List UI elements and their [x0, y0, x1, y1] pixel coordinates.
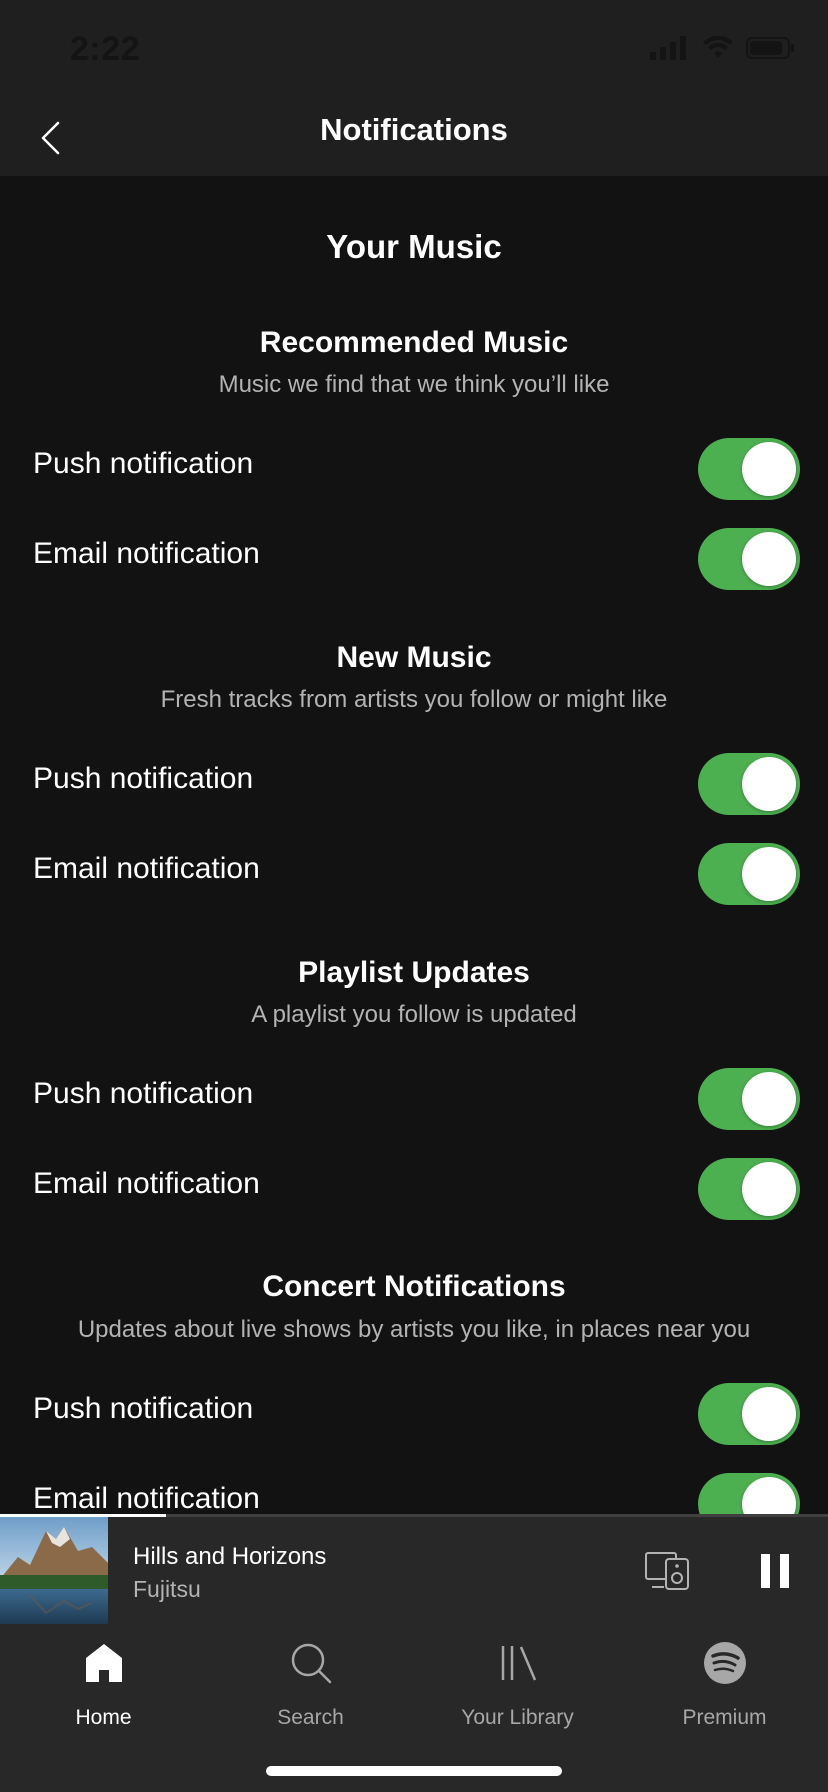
row-label: Push notification	[33, 1077, 254, 1110]
push-notification-row: Push notification	[0, 1378, 828, 1448]
battery-icon	[746, 37, 794, 59]
group-title: Concert Notifications	[262, 1270, 566, 1303]
status-icons	[650, 36, 796, 60]
group-subtitle: A playlist you follow is updated	[251, 1001, 577, 1028]
cellular-signal-icon	[650, 36, 686, 60]
status-bar: 2:22	[0, 0, 828, 100]
home-indicator[interactable]	[266, 1766, 562, 1776]
push-notification-toggle[interactable]	[698, 1068, 800, 1130]
group-subtitle: Music we find that we think you’ll like	[218, 371, 610, 398]
toggle-knob	[742, 757, 796, 811]
pause-icon	[761, 1554, 789, 1588]
tab-search[interactable]: Search	[207, 1624, 414, 1734]
status-time: 2:22	[70, 30, 141, 68]
toggle-knob	[742, 1072, 796, 1126]
tab-your-library[interactable]: Your Library	[414, 1624, 621, 1734]
push-notification-toggle[interactable]	[698, 438, 800, 500]
email-notification-toggle[interactable]	[698, 1158, 800, 1220]
album-art[interactable]	[0, 1517, 108, 1624]
toggle-knob	[742, 1162, 796, 1216]
tab-label: Premium	[682, 1706, 767, 1729]
group-title: Playlist Updates	[298, 956, 530, 989]
tab-label: Your Library	[461, 1706, 574, 1729]
tab-label: Home	[75, 1706, 132, 1729]
toggle-knob	[742, 847, 796, 901]
toggle-knob	[742, 442, 796, 496]
push-notification-toggle[interactable]	[698, 1383, 800, 1445]
push-notification-row: Push notification	[0, 748, 828, 818]
page-title: Notifications	[320, 112, 508, 147]
toggle-knob	[742, 1477, 796, 1514]
group-subtitle: Fresh tracks from artists you follow or …	[160, 686, 668, 713]
toggle-knob	[742, 532, 796, 586]
group-title: New Music	[336, 641, 492, 674]
group-subtitle: Updates about live shows by artists you …	[77, 1316, 751, 1343]
settings-content[interactable]: Your Music Recommended Music Music we fi…	[0, 176, 828, 1514]
email-notification-toggle[interactable]	[698, 1473, 800, 1514]
email-notification-toggle[interactable]	[698, 843, 800, 905]
pause-button[interactable]	[755, 1551, 795, 1591]
email-notification-toggle[interactable]	[698, 528, 800, 590]
tab-premium[interactable]: Premium	[621, 1624, 828, 1734]
push-notification-row: Push notification	[0, 433, 828, 503]
email-notification-row: Email notification	[0, 838, 828, 908]
connect-devices-button[interactable]	[644, 1549, 692, 1593]
spotify-logo-icon	[703, 1642, 746, 1684]
nav-bar: Notifications	[0, 100, 828, 176]
tab-bar: Home Search Your Library Premium	[0, 1624, 828, 1792]
now-playing-bar[interactable]: Hills and Horizons Fujitsu	[0, 1514, 828, 1624]
toggle-knob	[742, 1387, 796, 1441]
track-title: Hills and Horizons	[133, 1543, 327, 1570]
row-label: Push notification	[33, 1392, 254, 1425]
tab-label: Search	[277, 1706, 344, 1729]
row-label: Push notification	[33, 447, 254, 480]
wifi-icon	[703, 36, 733, 58]
home-icon	[85, 1644, 122, 1682]
tab-home[interactable]: Home	[0, 1624, 207, 1734]
search-icon	[291, 1643, 331, 1684]
row-label: Email notification	[33, 537, 260, 570]
group-title: Recommended Music	[259, 326, 569, 359]
album-art-image	[0, 1517, 108, 1624]
push-notification-row: Push notification	[0, 1063, 828, 1133]
email-notification-row: Email notification	[0, 523, 828, 593]
library-icon	[501, 1646, 536, 1681]
row-label: Email notification	[33, 1167, 260, 1200]
push-notification-toggle[interactable]	[698, 753, 800, 815]
row-label: Email notification	[33, 852, 260, 885]
email-notification-row: Email notification	[0, 1468, 828, 1514]
row-label: Push notification	[33, 762, 254, 795]
section-title: Your Music	[326, 228, 502, 265]
email-notification-row: Email notification	[0, 1153, 828, 1223]
track-artist: Fujitsu	[133, 1576, 201, 1602]
row-label: Email notification	[33, 1482, 260, 1514]
devices-icon	[645, 1552, 689, 1590]
